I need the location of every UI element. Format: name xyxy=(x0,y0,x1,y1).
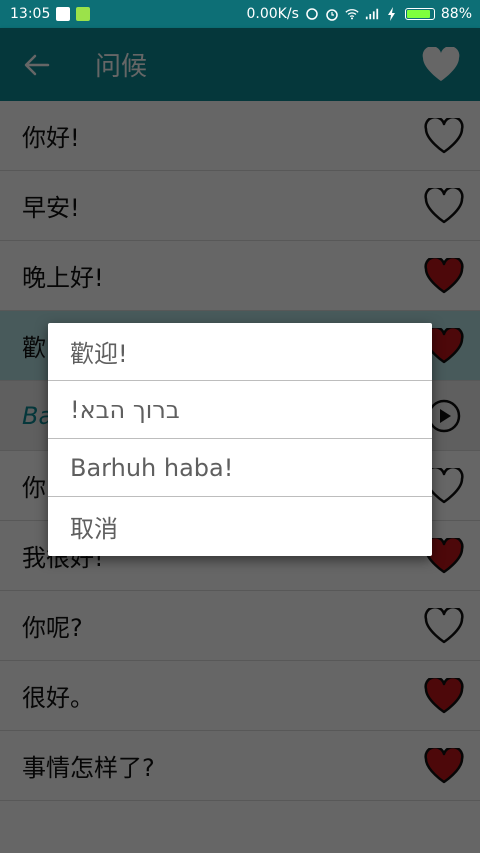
wechat-icon xyxy=(76,7,91,21)
alarm-icon xyxy=(325,7,339,21)
sync-icon xyxy=(305,7,319,21)
charging-icon xyxy=(385,7,399,21)
dialog-option-chinese[interactable]: 歡迎! xyxy=(48,323,432,381)
dialog-option-transliteration[interactable]: Barhuh haba! xyxy=(48,439,432,497)
battery-percent: 88% xyxy=(440,6,472,22)
wifi-icon xyxy=(345,7,359,21)
dialog-option-cancel[interactable]: 取消 xyxy=(48,497,432,555)
dialog-option-hebrew[interactable]: ברוך הבא! xyxy=(48,381,432,439)
clock: 13:05 xyxy=(10,6,51,22)
signal-icon xyxy=(365,7,379,21)
options-dialog: 歡迎! ברוך הבא! Barhuh haba! 取消 xyxy=(48,323,432,556)
notification-icon xyxy=(56,7,71,21)
network-speed: 0.00K/s xyxy=(246,6,299,22)
status-bar: 13:05 0.00K/s 88% xyxy=(0,0,480,28)
battery-icon xyxy=(404,8,435,20)
